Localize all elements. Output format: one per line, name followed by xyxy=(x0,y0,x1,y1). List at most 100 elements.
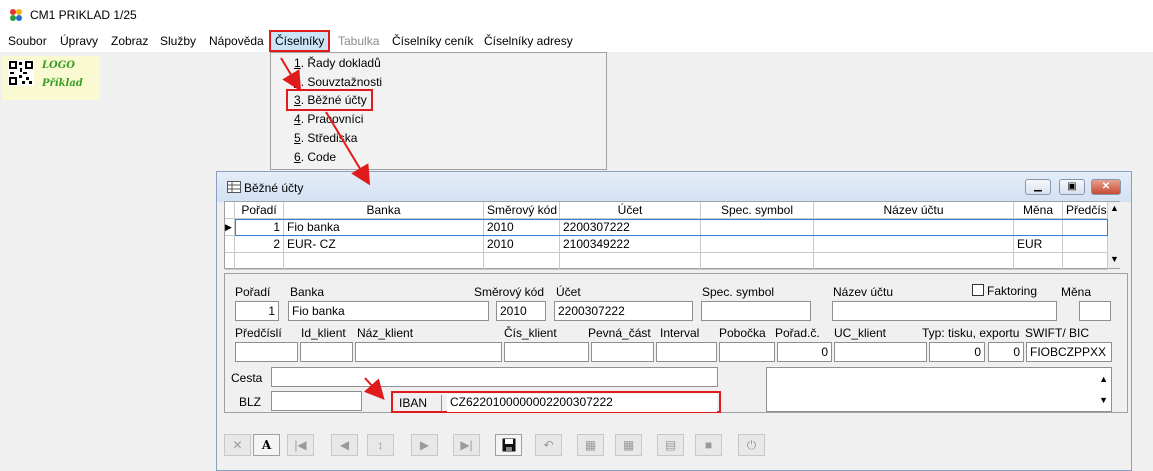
iban-field[interactable]: CZ6220100000002200307222 xyxy=(447,394,717,412)
scroll-up-icon[interactable]: ▲ xyxy=(1110,203,1119,213)
grid-cell[interactable] xyxy=(1014,219,1063,236)
cancel-tool-button[interactable]: ✕ xyxy=(224,434,251,456)
grid-scrollbar[interactable]: ▲ ▼ xyxy=(1108,202,1120,268)
dropdown-item-souvztaznosti[interactable]: 2. Souvztažnosti xyxy=(294,73,382,91)
grid-cell[interactable]: 2010 xyxy=(484,219,560,236)
poradi-field[interactable]: 1 xyxy=(235,301,279,321)
next-record-button[interactable]: ▶ xyxy=(411,434,438,456)
menu-napoveda[interactable]: Nápověda xyxy=(203,30,270,52)
menu-ciselniky-cenik[interactable]: Číselníky ceník xyxy=(386,30,479,52)
menu-sluzby[interactable]: Služby xyxy=(154,30,202,52)
typ-exportu-field[interactable]: 0 xyxy=(988,342,1024,362)
dropdown-item-pracovnici[interactable]: 4. Pracovníci xyxy=(294,110,363,128)
grid-cell[interactable] xyxy=(814,219,1014,236)
grid-cell[interactable]: 2200307222 xyxy=(560,219,701,236)
scroll-down-icon[interactable]: ▼ xyxy=(1099,391,1108,409)
menu-ciselniky-adresy[interactable]: Číselníky adresy xyxy=(478,30,579,52)
smerovy-kod-field[interactable]: 2010 xyxy=(496,301,546,321)
stop-icon: ■ xyxy=(704,438,713,452)
grid-cell[interactable]: 2100349222 xyxy=(560,236,701,253)
sort-button[interactable]: ↕ xyxy=(367,434,394,456)
font-tool-button[interactable]: A xyxy=(253,434,280,456)
column-header-nazev-uctu[interactable]: Název účtu xyxy=(814,202,1014,219)
grid-cell[interactable] xyxy=(701,236,814,253)
cesta-field[interactable] xyxy=(271,367,718,387)
maximize-button[interactable]: ▣ xyxy=(1059,179,1085,195)
uc-klient-field[interactable] xyxy=(834,342,927,362)
copy-record-button[interactable]: ▦ xyxy=(577,434,604,456)
dropdown-item-bezne-ucty[interactable]: 3. Běžné účty xyxy=(286,89,373,111)
label-interval: Interval xyxy=(660,326,700,340)
grid-cell[interactable] xyxy=(814,253,1014,270)
grid-cell[interactable] xyxy=(235,253,284,270)
grid-cell[interactable] xyxy=(1063,236,1108,253)
grid-cell[interactable]: 2010 xyxy=(484,236,560,253)
prev-record-button[interactable]: ◀ xyxy=(331,434,358,456)
grid-cell[interactable] xyxy=(814,236,1014,253)
accounts-grid[interactable]: Pořadí Banka Směrový kód Účet Spec. symb… xyxy=(224,201,1120,270)
menu-ciselniky[interactable]: Číselníky xyxy=(269,30,331,52)
grid-cell[interactable] xyxy=(484,253,560,270)
column-header-poradi[interactable]: Pořadí xyxy=(235,202,284,219)
stop-button[interactable]: ■ xyxy=(695,434,722,456)
grid-cell[interactable] xyxy=(1063,253,1108,270)
swift-bic-field[interactable]: FIOBCZPPXX xyxy=(1026,342,1112,362)
last-record-button[interactable]: ▶| xyxy=(453,434,480,456)
grid-cell[interactable]: Fio banka xyxy=(284,219,484,236)
column-header-mena[interactable]: Měna xyxy=(1014,202,1063,219)
label-pevna-cast: Pevná_část xyxy=(588,326,651,340)
cis-klient-field[interactable] xyxy=(504,342,589,362)
paste-record-button[interactable]: ▦ xyxy=(615,434,642,456)
pobocka-field[interactable] xyxy=(719,342,775,362)
menu-upravy[interactable]: Úpravy xyxy=(54,30,104,52)
dropdown-item-code[interactable]: 6. Code xyxy=(294,148,336,166)
first-record-button[interactable]: |◀ xyxy=(287,434,314,456)
grid-cell[interactable]: EUR xyxy=(1014,236,1063,253)
print-button[interactable]: ▤ xyxy=(657,434,684,456)
typ-tisku-field[interactable]: 0 xyxy=(929,342,985,362)
label-poradi: Pořadí xyxy=(235,285,271,299)
minimize-button[interactable]: ▁ xyxy=(1025,179,1051,195)
grid-cell[interactable]: EUR- CZ xyxy=(284,236,484,253)
save-icon xyxy=(502,438,515,452)
power-button[interactable]: ⏻ xyxy=(738,434,765,456)
grid-cell[interactable] xyxy=(1063,219,1108,236)
column-header-ucet[interactable]: Účet xyxy=(560,202,701,219)
menu-zobraz[interactable]: Zobraz xyxy=(105,30,154,52)
grid-cell[interactable]: 1 xyxy=(235,219,284,236)
scroll-down-icon[interactable]: ▼ xyxy=(1110,254,1119,264)
porad-c-field[interactable]: 0 xyxy=(777,342,832,362)
column-header-smerovy-kod[interactable]: Směrový kód xyxy=(484,202,560,219)
grid-cell[interactable] xyxy=(701,219,814,236)
label-cis-klient: Čís_klient xyxy=(504,326,557,340)
grid-cell[interactable] xyxy=(560,253,701,270)
banka-field[interactable]: Fio banka xyxy=(288,301,489,321)
window-titlebar: Běžné účty ▁ ▣ ✕ xyxy=(217,172,1131,202)
grid-cell[interactable]: 2 xyxy=(235,236,284,253)
grid-cell[interactable] xyxy=(701,253,814,270)
naz-klient-field[interactable] xyxy=(355,342,502,362)
ucet-field[interactable]: 2200307222 xyxy=(554,301,693,321)
close-button[interactable]: ✕ xyxy=(1091,179,1121,195)
column-header-banka[interactable]: Banka xyxy=(284,202,484,219)
column-header-spec-symbol[interactable]: Spec. symbol xyxy=(701,202,814,219)
id-klient-field[interactable] xyxy=(300,342,353,362)
dropdown-item-rady-dokladu[interactable]: 1. Řady dokladů xyxy=(294,54,381,72)
menu-soubor[interactable]: Soubor xyxy=(2,30,53,52)
nazev-uctu-field[interactable] xyxy=(832,301,1057,321)
dropdown-item-strediska[interactable]: 5. Střediska xyxy=(294,129,357,147)
interval-field[interactable] xyxy=(656,342,717,362)
faktoring-checkbox[interactable] xyxy=(972,284,984,296)
column-header-predcisli[interactable]: Předčís xyxy=(1063,202,1108,219)
blz-field[interactable] xyxy=(271,391,362,411)
scroll-up-icon[interactable]: ▲ xyxy=(1099,370,1108,388)
pevna-cast-field[interactable] xyxy=(591,342,654,362)
grid-cell[interactable] xyxy=(284,253,484,270)
undo-button[interactable]: ↶ xyxy=(535,434,562,456)
mena-field[interactable] xyxy=(1079,301,1111,321)
grid-cell[interactable] xyxy=(1014,253,1063,270)
save-button[interactable] xyxy=(495,434,522,456)
spec-symbol-field[interactable] xyxy=(701,301,811,321)
notes-textarea[interactable]: ▲ ▼ xyxy=(766,367,1112,412)
predcisli-field[interactable] xyxy=(235,342,298,362)
